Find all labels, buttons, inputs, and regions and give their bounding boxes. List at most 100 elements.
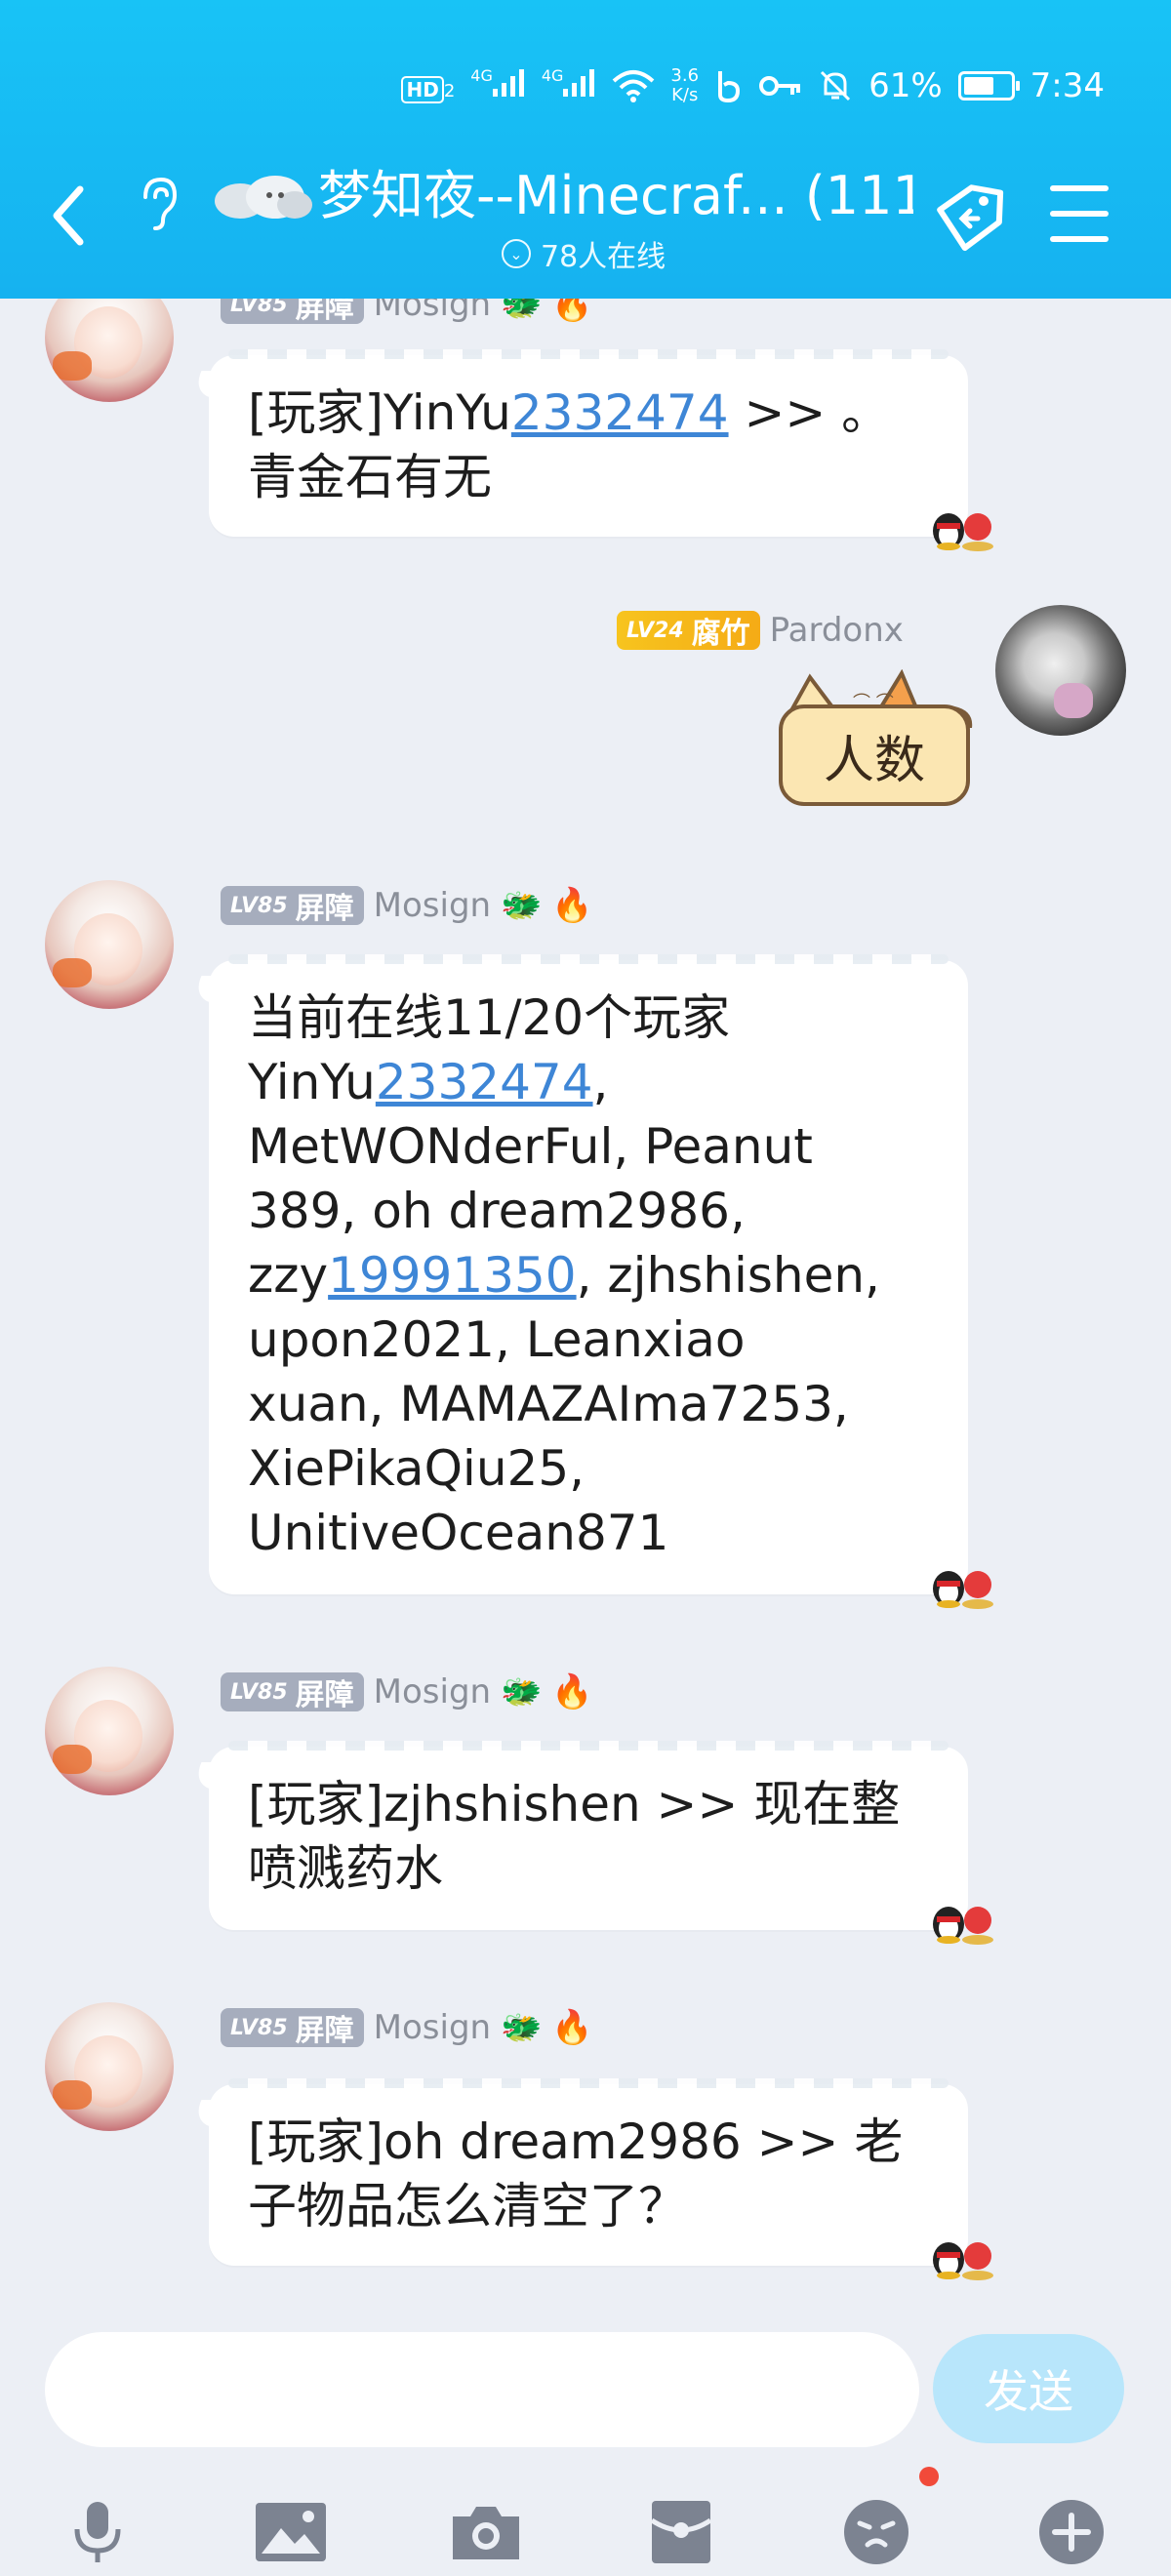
level-text: LV24 <box>626 618 684 643</box>
group-title[interactable]: 梦知夜--Minecraf... (111) <box>318 162 913 230</box>
dragon-icon: 🐲 <box>501 2008 543 2047</box>
chevron-left-icon <box>53 185 84 246</box>
text-segment: [玩家]YinYu <box>248 384 511 441</box>
sender-nickname[interactable]: Mosign <box>374 886 491 925</box>
text-line: 当前在线11/20个玩家 <box>248 989 731 1046</box>
plus-icon <box>1039 2500 1104 2564</box>
battery-icon <box>957 71 1020 101</box>
message-text: [玩家]oh dream2986 >> 老 子物品怎么清空了？ <box>248 2110 929 2238</box>
text-line: upon2021, Leanxiao <box>248 1311 746 1368</box>
emoji-button[interactable] <box>837 2498 915 2566</box>
key-icon <box>759 76 801 96</box>
chat-header: HD 2 4G 4G 3.6 K/s 61% 7:34 梦知夜--Minecraf.… <box>0 0 1171 299</box>
text-line: UnitiveOcean871 <box>248 1505 669 1561</box>
chevron-down-circle-icon: ⌄ <box>502 239 531 268</box>
level-badge: LV85 屏障 <box>221 2008 364 2048</box>
frost-decoration <box>228 1741 949 1751</box>
sender-info: LV85 屏障 Mosign 🐲 🔥 <box>221 1670 593 1713</box>
text-line: 子物品怎么清空了？ <box>248 2178 687 2234</box>
text-line: 喷溅药水 <box>248 1840 443 1897</box>
qq-penguin-sticker-icon <box>933 513 993 551</box>
online-text: 78人在线 <box>541 240 666 274</box>
image-icon <box>256 2503 326 2561</box>
message-text: [玩家]YinYu2332474 >> 。 青金石有无 <box>248 381 929 509</box>
badge-title: 屏障 <box>295 1678 354 1712</box>
avatar[interactable] <box>45 880 174 1009</box>
message-bubble[interactable]: [玩家]zjhshishen >> 现在整 喷溅药水 <box>209 1741 968 1930</box>
level-text: LV85 <box>230 2015 288 2040</box>
menu-button[interactable] <box>1050 185 1109 242</box>
group-tag-icon[interactable] <box>927 180 1007 258</box>
level-badge: LV85 屏障 <box>221 886 364 926</box>
sender-info: LV85 屏障 Mosign 🐲 🔥 <box>221 884 593 927</box>
hd-sub-label: 2 <box>443 81 456 101</box>
network-label: 4G <box>470 66 493 85</box>
message-bubble[interactable]: 当前在线11/20个玩家 YinYu2332474, MetWONderFul,… <box>209 954 968 1594</box>
text-line: XiePikaQiu25, <box>248 1440 586 1497</box>
sender-nickname[interactable]: Pardonx <box>770 611 904 650</box>
level-text: LV85 <box>230 1679 288 1705</box>
frost-decoration <box>228 954 949 964</box>
mute-bell-icon <box>821 70 851 101</box>
text-segment: YinYu <box>248 1054 376 1110</box>
menu-line <box>1050 211 1109 217</box>
network-speed: 3.6 K/s <box>670 66 699 105</box>
sender-info: LV85 屏障 Mosign 🐲 🔥 <box>221 2006 593 2049</box>
self-avatar[interactable] <box>995 605 1126 736</box>
number-link[interactable]: 2332474 <box>376 1054 593 1110</box>
fire-icon: 🔥 <box>551 1672 593 1711</box>
group-avatar-icon[interactable] <box>211 168 314 222</box>
more-button[interactable] <box>1032 2498 1110 2566</box>
number-link[interactable]: 19991350 <box>328 1247 577 1304</box>
microphone-icon <box>74 2502 121 2562</box>
message-bubble[interactable]: [玩家]YinYu2332474 >> 。 青金石有无 <box>209 349 968 537</box>
status-bar: HD 2 4G 4G 3.6 K/s 61% 7:34 <box>0 57 1171 115</box>
hd-indicator: HD 2 <box>401 66 455 105</box>
badge-title: 屏障 <box>295 892 354 926</box>
sender-nickname[interactable]: Mosign <box>374 1672 491 1711</box>
input-area: 发送 <box>0 2303 1171 2576</box>
text-line: [玩家]oh dream2986 >> 老 <box>248 2113 904 2170</box>
fire-icon: 🔥 <box>551 2008 593 2047</box>
wifi-icon <box>613 70 655 102</box>
text-line: [玩家]zjhshishen >> 现在整 <box>248 1776 901 1832</box>
message-text: 人数 <box>779 704 970 806</box>
avatar[interactable] <box>45 2002 174 2131</box>
qq-penguin-sticker-icon <box>933 1571 993 1609</box>
qq-penguin-sticker-icon <box>933 2242 993 2280</box>
message-text: [玩家]zjhshishen >> 现在整 喷溅药水 <box>248 1772 929 1901</box>
text-segment: zzy <box>248 1247 329 1304</box>
voice-button[interactable] <box>59 2498 137 2566</box>
frost-decoration <box>228 349 949 359</box>
level-text: LV85 <box>230 893 288 918</box>
hd-label: HD <box>401 76 444 103</box>
signal-icon <box>492 69 524 97</box>
sender-nickname[interactable]: Mosign <box>374 2008 491 2047</box>
message-bubble[interactable]: [玩家]oh dream2986 >> 老 子物品怎么清空了？ <box>209 2078 968 2266</box>
online-count[interactable]: ⌄ 78人在线 <box>502 234 666 274</box>
signal-icon <box>563 69 595 97</box>
speed-value: 3.6 <box>670 65 700 86</box>
red-packet-button[interactable] <box>642 2498 720 2566</box>
fire-icon: 🔥 <box>551 886 593 925</box>
b-app-icon <box>718 71 741 102</box>
text-segment: , <box>592 1054 609 1110</box>
text-segment: , zjhshishen, <box>576 1247 880 1304</box>
chat-area[interactable]: LV85 屏障 Mosign 🐲 🔥 [玩家]YinYu2332474 >> 。… <box>0 0 1171 2303</box>
message-text: 当前在线11/20个玩家 YinYu2332474, MetWONderFul,… <box>248 986 929 1565</box>
camera-button[interactable] <box>447 2498 525 2566</box>
sender-info: LV24 腐竹 Pardonx <box>617 609 904 652</box>
earpiece-mode-button[interactable] <box>135 172 182 234</box>
text-segment: >> 。 <box>728 384 891 441</box>
number-link[interactable]: 2332474 <box>511 384 729 441</box>
text-line: xuan, MAMAZAIma7253, <box>248 1376 849 1432</box>
send-button[interactable]: 发送 <box>933 2334 1124 2443</box>
message-bubble-cat[interactable]: ⌒ ⌒ 人数 <box>771 669 976 814</box>
message-input[interactable] <box>45 2332 919 2447</box>
image-button[interactable] <box>252 2498 330 2566</box>
badge-title: 腐竹 <box>691 617 750 651</box>
text-segment: 青金石有无 <box>248 449 492 505</box>
dragon-icon: 🐲 <box>501 1672 543 1711</box>
back-button[interactable] <box>45 183 92 248</box>
avatar[interactable] <box>45 1667 174 1795</box>
